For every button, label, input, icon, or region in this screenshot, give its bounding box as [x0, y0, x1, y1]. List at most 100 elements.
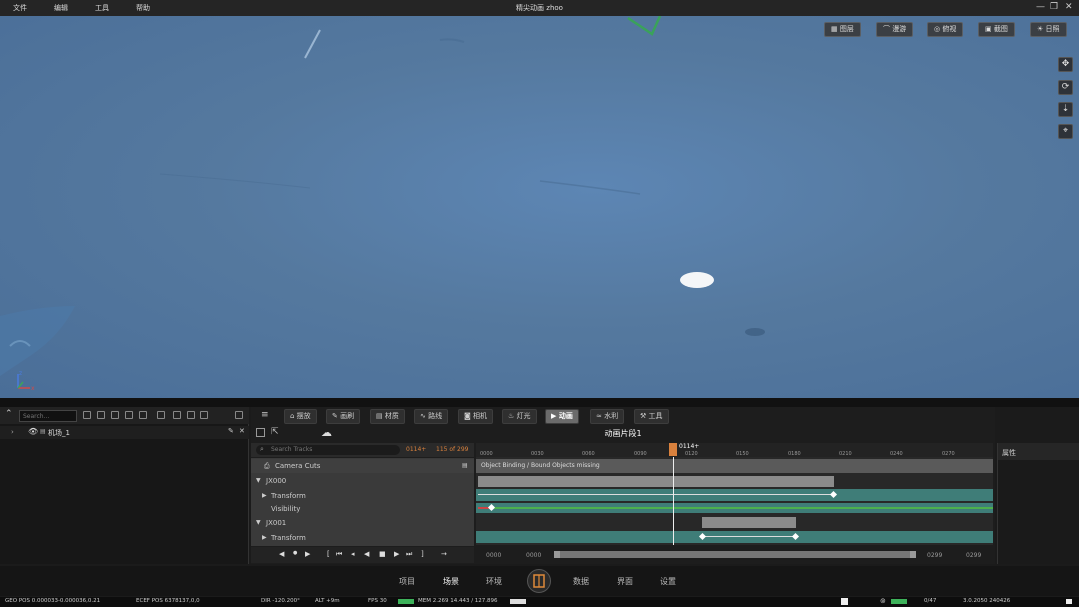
timeline[interactable]: 0000 0030 0060 0090 0120 0150 0180 0210 …	[476, 443, 993, 545]
hamburger-icon[interactable]: ≡	[261, 410, 269, 420]
track-transform[interactable]: ▶ Transform	[251, 489, 474, 503]
range-start[interactable]: 0000	[486, 552, 501, 559]
tab-camera[interactable]: ◙ 相机	[458, 409, 494, 424]
pan-icon[interactable]: ⇣	[1058, 102, 1073, 117]
screenshot-button[interactable]: ▣ 截图	[978, 22, 1015, 37]
track-camera-cuts[interactable]: ⎙ Camera Cuts ▤	[251, 459, 474, 473]
transform-curve	[478, 494, 834, 495]
direction: DIR -120.200°	[261, 598, 300, 604]
track-jx000[interactable]: ▼ JX000	[251, 474, 474, 488]
memory: MEM 2.269 14.443 / 127.896	[418, 598, 498, 604]
properties-title: 属性	[1002, 449, 1016, 457]
expand-track-icon[interactable]: ▶	[262, 531, 267, 545]
section-jx001[interactable]	[702, 517, 796, 528]
topview-button[interactable]: ◎ 俯视	[927, 22, 964, 37]
maximize-button[interactable]: ❐	[1050, 2, 1058, 12]
edit-icon[interactable]: ✎	[228, 427, 234, 435]
playhead-handle[interactable]	[669, 443, 677, 456]
refresh-icon[interactable]	[83, 411, 91, 419]
transform-lane-2[interactable]	[476, 531, 993, 543]
bottom-navigation: 项目 场景 环境 数据 界面 设置	[0, 566, 1079, 596]
ruler-tick: 0180	[788, 451, 801, 457]
ruler-tick: 0030	[531, 451, 544, 457]
grid-icon[interactable]	[97, 411, 105, 419]
range-end[interactable]: 0299	[966, 552, 981, 559]
layers-button[interactable]: ▦ 图层	[824, 22, 861, 37]
nav-environment[interactable]: 环境	[486, 576, 502, 587]
play-reverse-button[interactable]: ◀	[364, 550, 369, 558]
track-transform-2[interactable]: ▶ Transform	[251, 531, 474, 545]
outliner-search-input[interactable]	[19, 410, 77, 422]
expand-track-icon[interactable]: ▶	[262, 489, 267, 503]
sequencer-tabs: ≡ ⌂ 摆放 ✎ 画刷 ▤ 材质 ∿ 路线 ◙ 相机 ♨ 灯光 ▶ 动画 ≈ 水…	[251, 407, 995, 425]
list-icon[interactable]	[187, 411, 195, 419]
tab-material[interactable]: ▤ 材质	[370, 409, 405, 424]
camera-icon[interactable]: ⌖	[1058, 124, 1073, 139]
tab-light[interactable]: ♨ 灯光	[502, 409, 537, 424]
orbit-icon[interactable]: ⟳	[1058, 80, 1073, 95]
delete-icon[interactable]: ✕	[239, 427, 245, 435]
outliner-row[interactable]: › 👁 ▤ 机场_1 ✎ ✕	[0, 426, 249, 439]
expand-arrow-icon[interactable]: ›	[11, 428, 14, 436]
collapse-track-icon[interactable]: ▼	[256, 474, 261, 488]
time-ruler[interactable]: 0000 0030 0060 0090 0120 0150 0180 0210 …	[476, 443, 993, 457]
tab-water[interactable]: ≈ 水利	[590, 409, 625, 424]
roam-button[interactable]: ⌒ 漫游	[876, 22, 914, 37]
notification-icon[interactable]	[1066, 599, 1072, 604]
save-icon[interactable]	[173, 411, 181, 419]
nav-interface[interactable]: 界面	[617, 576, 633, 587]
copy-icon[interactable]	[157, 411, 165, 419]
sunlight-button[interactable]: ☀ 日照	[1030, 22, 1067, 37]
step-back-button[interactable]: ◂	[351, 550, 355, 558]
range-scrollbar[interactable]	[554, 551, 916, 558]
minimize-button[interactable]: —	[1036, 2, 1045, 12]
playhead-line[interactable]	[673, 457, 674, 545]
camera-cuts-lane[interactable]: Object Binding / Bound Objects missing	[476, 459, 993, 473]
tab-place[interactable]: ⌂ 摆放	[284, 409, 317, 424]
current-frame[interactable]: 0114+	[406, 446, 426, 453]
range-start-button[interactable]: [	[327, 550, 330, 558]
scene-outliner: ⌃ › 👁 ▤ 机场_1 ✎ ✕	[0, 407, 249, 564]
next-key-button[interactable]: ▶	[305, 550, 310, 558]
loop-button[interactable]: →	[441, 550, 447, 558]
track-jx001[interactable]: ▼ JX001	[251, 516, 474, 530]
nav-settings[interactable]: 设置	[660, 576, 676, 587]
camera-small-icon[interactable]	[125, 411, 133, 419]
tab-route[interactable]: ∿ 路线	[414, 409, 449, 424]
transform-lane[interactable]	[476, 489, 993, 501]
expand-icon[interactable]	[111, 411, 119, 419]
collapse-track-icon[interactable]: ▼	[256, 516, 261, 530]
ruler-tick: 0210	[839, 451, 852, 457]
move-icon[interactable]: ✥	[1058, 57, 1073, 72]
ruler-tick: 0270	[942, 451, 955, 457]
track-visibility[interactable]: Visibility	[251, 502, 474, 516]
move-small-icon[interactable]	[139, 411, 147, 419]
panel-divider[interactable]	[0, 398, 1079, 407]
collapse-icon[interactable]: ⌃	[5, 409, 13, 419]
prev-key-button[interactable]: ◀	[279, 550, 284, 558]
nav-data[interactable]: 数据	[573, 576, 589, 587]
tab-brush[interactable]: ✎ 画刷	[326, 409, 361, 424]
close-button[interactable]: ✕	[1065, 2, 1073, 12]
nav-project[interactable]: 项目	[399, 576, 415, 587]
tab-animation[interactable]: ▶ 动画	[545, 409, 579, 424]
view-end[interactable]: 0299	[927, 552, 942, 559]
track-search-input[interactable]: ⌕ Search Tracks	[256, 445, 400, 455]
nav-scene[interactable]: 场景	[443, 576, 459, 587]
panel-icon[interactable]	[235, 411, 243, 419]
image-icon[interactable]	[200, 411, 208, 419]
home-logo-button[interactable]	[527, 569, 551, 593]
visibility-eye-icon[interactable]: 👁	[28, 427, 38, 436]
tab-tools[interactable]: ⚒ 工具	[634, 409, 669, 424]
play-button[interactable]: ▶	[394, 550, 399, 558]
stop-button[interactable]: ■	[379, 550, 386, 558]
go-start-button[interactable]: ⏮	[336, 550, 342, 559]
go-end-button[interactable]: ⏭	[406, 550, 412, 559]
view-start[interactable]: 0000	[526, 552, 541, 559]
track-options-icon[interactable]: ▤	[462, 459, 468, 473]
3d-viewport[interactable]: ▦ 图层 ⌒ 漫游 ◎ 俯视 ▣ 截图 ☀ 日照 ✥ ⟳ ⇣ ⌖ z x	[0, 16, 1079, 398]
axis-z-label: z	[19, 370, 22, 377]
range-end-button[interactable]: ]	[421, 550, 424, 558]
add-key-button[interactable]: ●	[293, 550, 297, 556]
section-jx000[interactable]	[478, 476, 834, 487]
